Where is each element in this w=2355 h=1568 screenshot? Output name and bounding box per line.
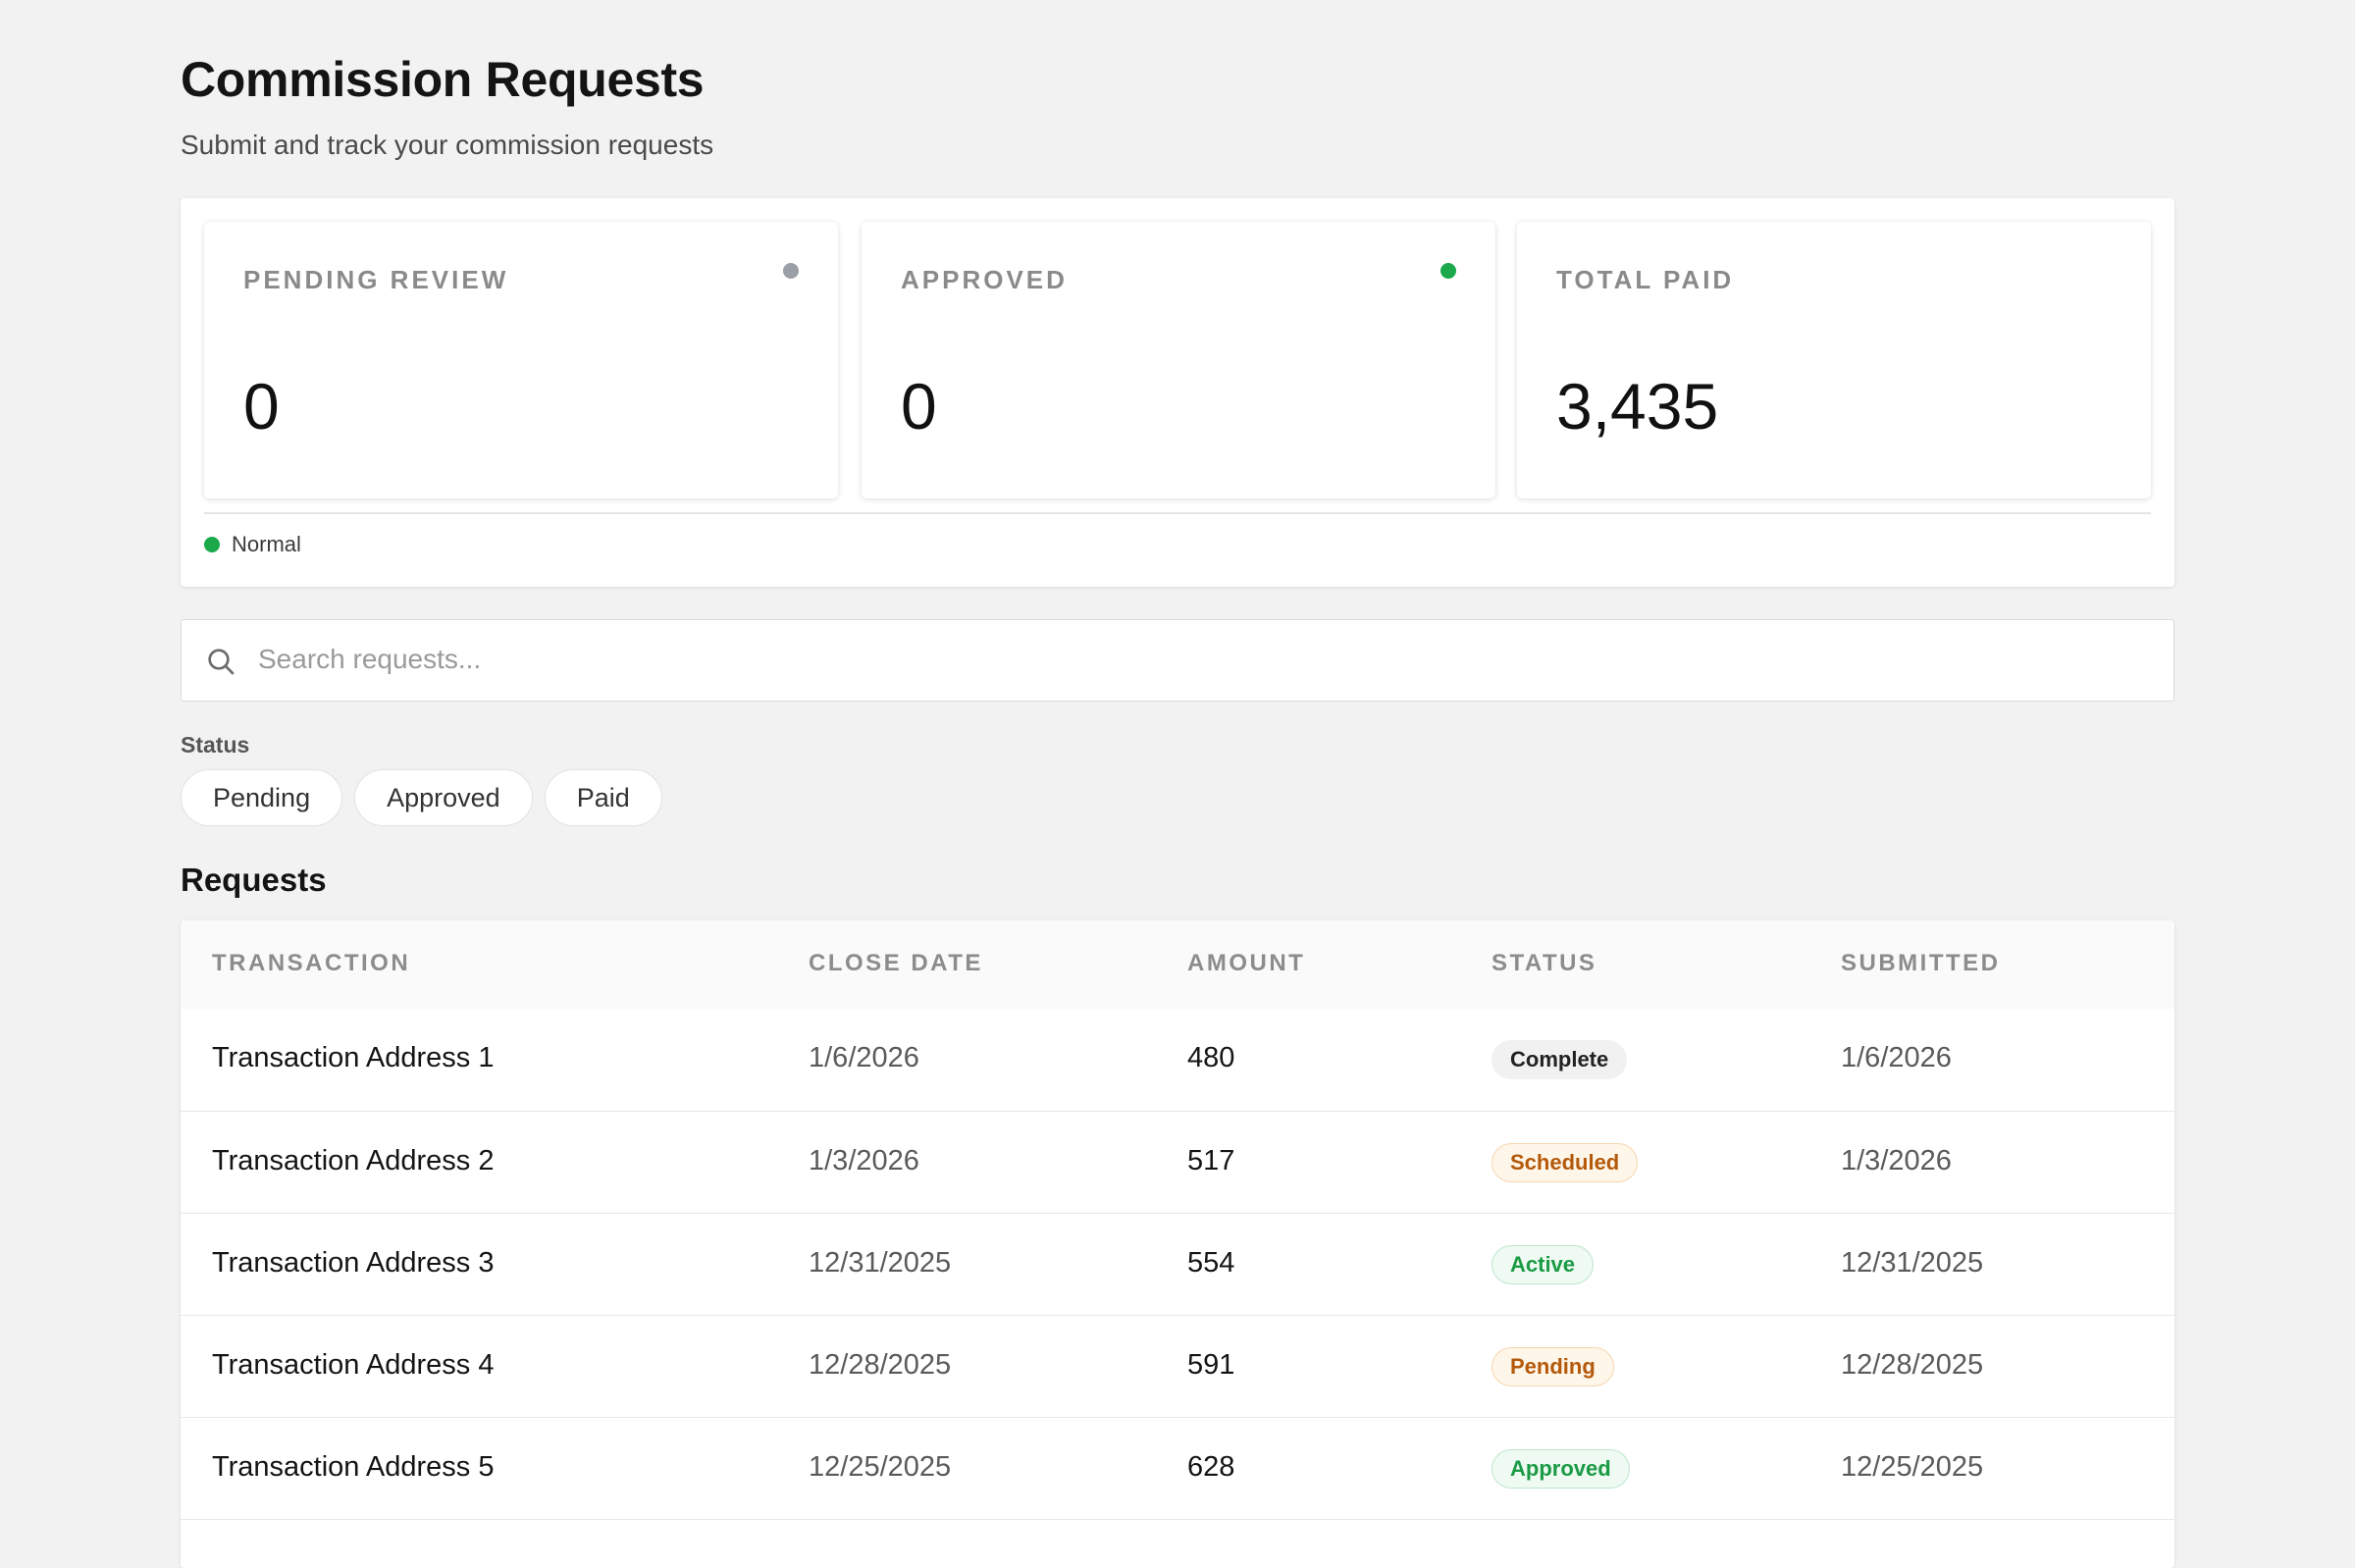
column-header-submitted[interactable]: SUBMITTED: [1841, 950, 2001, 977]
submitted-cell: 12/28/2025: [1841, 1349, 1984, 1381]
stat-value: 3,435: [1556, 370, 1719, 443]
search-input[interactable]: [258, 620, 2122, 699]
filter-chip-approved[interactable]: Approved: [354, 769, 533, 826]
close-date-cell: 12/28/2025: [809, 1349, 952, 1381]
status-badge: Approved: [1492, 1449, 1630, 1489]
transaction-cell: Transaction Address 5: [212, 1451, 495, 1483]
submitted-cell: 1/3/2026: [1841, 1145, 1952, 1176]
status-dot-icon: [1440, 263, 1456, 279]
stat-card-pending-review: PENDING REVIEW 0: [204, 222, 838, 498]
table-row-partial[interactable]: [181, 1519, 2174, 1568]
status-filter-label: Status: [181, 732, 250, 758]
column-header-close-date[interactable]: CLOSE DATE: [809, 950, 983, 977]
transaction-cell: Transaction Address 4: [212, 1349, 495, 1381]
table-row[interactable]: Transaction Address 4 12/28/2025 591 Pen…: [181, 1315, 2174, 1417]
status-badge: Complete: [1492, 1040, 1628, 1079]
stat-label: APPROVED: [901, 265, 1068, 294]
submitted-cell: 12/25/2025: [1841, 1451, 1984, 1483]
stat-value: 0: [901, 370, 937, 443]
submitted-cell: 1/6/2026: [1841, 1042, 1952, 1073]
transaction-cell: Transaction Address 3: [212, 1247, 495, 1279]
page-subtitle: Submit and track your commission request…: [181, 130, 714, 160]
legend-label: Normal: [232, 532, 301, 556]
table-row[interactable]: Transaction Address 5 12/25/2025 628 App…: [181, 1417, 2174, 1519]
status-badge: Pending: [1492, 1347, 1614, 1386]
divider: [204, 512, 2151, 514]
stat-label: TOTAL PAID: [1556, 265, 1735, 294]
table-row[interactable]: Transaction Address 3 12/31/2025 554 Act…: [181, 1213, 2174, 1315]
amount-cell: 591: [1187, 1349, 1235, 1381]
column-header-transaction[interactable]: TRANSACTION: [212, 950, 410, 977]
stats-panel: PENDING REVIEW 0 APPROVED 0 TOTAL PAID 3…: [181, 198, 2174, 587]
transaction-cell: Transaction Address 2: [212, 1145, 495, 1176]
table-row[interactable]: Transaction Address 1 1/6/2026 480 Compl…: [181, 1009, 2174, 1111]
requests-table: TRANSACTION CLOSE DATE AMOUNT STATUS SUB…: [181, 920, 2174, 1568]
close-date-cell: 12/25/2025: [809, 1451, 952, 1483]
amount-cell: 554: [1187, 1247, 1235, 1279]
column-header-amount[interactable]: AMOUNT: [1187, 950, 1305, 977]
status-badge: Active: [1492, 1245, 1595, 1284]
close-date-cell: 1/6/2026: [809, 1042, 919, 1073]
stat-label: PENDING REVIEW: [243, 265, 509, 294]
status-dot-icon: [783, 263, 799, 279]
status-badge: Scheduled: [1492, 1143, 1639, 1182]
page-title: Commission Requests: [181, 52, 705, 107]
amount-cell: 480: [1187, 1042, 1235, 1073]
amount-cell: 517: [1187, 1145, 1235, 1176]
table-header: TRANSACTION CLOSE DATE AMOUNT STATUS SUB…: [181, 920, 2174, 1009]
stat-card-total-paid: TOTAL PAID 3,435: [1517, 222, 2151, 498]
close-date-cell: 1/3/2026: [809, 1145, 919, 1176]
legend: Normal: [204, 532, 301, 557]
amount-cell: 628: [1187, 1451, 1235, 1483]
search-box[interactable]: [181, 619, 2174, 702]
legend-dot-icon: [204, 537, 220, 552]
stat-value: 0: [243, 370, 280, 443]
requests-title: Requests: [181, 862, 327, 898]
status-filter-chips: Pending Approved Paid: [181, 769, 662, 826]
stat-card-approved: APPROVED 0: [862, 222, 1495, 498]
search-icon: [208, 649, 235, 675]
transaction-cell: Transaction Address 1: [212, 1042, 495, 1073]
filter-chip-paid[interactable]: Paid: [544, 769, 662, 826]
column-header-status[interactable]: STATUS: [1492, 950, 1596, 977]
close-date-cell: 12/31/2025: [809, 1247, 952, 1279]
filter-chip-pending[interactable]: Pending: [181, 769, 343, 826]
table-row[interactable]: Transaction Address 2 1/3/2026 517 Sched…: [181, 1111, 2174, 1213]
submitted-cell: 12/31/2025: [1841, 1247, 1984, 1279]
